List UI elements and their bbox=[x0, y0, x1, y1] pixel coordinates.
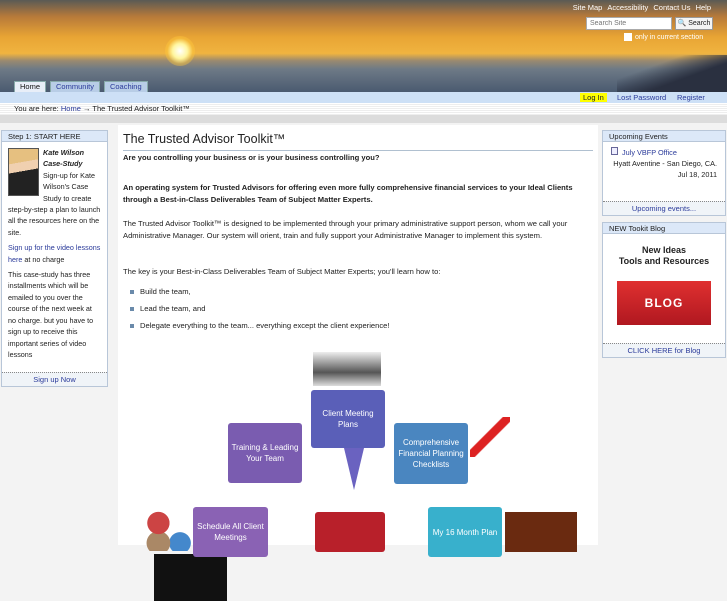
blog-box-label: BLOG bbox=[644, 296, 684, 310]
login-link[interactable]: Log In bbox=[580, 93, 607, 102]
page-title: The Trusted Advisor Toolkit™ bbox=[123, 132, 286, 146]
breadcrumb-home[interactable]: Home bbox=[61, 104, 81, 113]
portlet-header: NEW Tookit Blog bbox=[603, 223, 725, 234]
tab-community[interactable]: Community bbox=[50, 81, 100, 92]
portlet-header: Upcoming Events bbox=[603, 131, 725, 142]
breadcrumb-arrow-icon: → bbox=[82, 104, 91, 113]
title-rule bbox=[123, 150, 593, 151]
16-month-plan-box: My 16 Month Plan bbox=[428, 507, 502, 557]
link-suffix: at no charge bbox=[22, 254, 65, 264]
checklists-box: Comprehensive Financial Planning Checkli… bbox=[394, 423, 468, 484]
nav-tabs: Home Community Coaching bbox=[14, 81, 148, 92]
site-actions: Site Map Accessibility Contact Us Help bbox=[570, 3, 711, 12]
blog-link[interactable]: CLICK HERE for Blog bbox=[628, 346, 701, 355]
events-portlet: Upcoming Events July VBFP Office Hyatt A… bbox=[602, 130, 726, 216]
lead-text: An operating system for Trusted Advisors… bbox=[123, 183, 573, 205]
help-link[interactable]: Help bbox=[696, 3, 711, 12]
blog-toolbox-image: BLOG bbox=[617, 281, 711, 325]
blog-banner[interactable]: New Ideas Tools and Resources BLOG bbox=[603, 245, 725, 325]
portlet-header: Step 1: START HERE bbox=[2, 131, 107, 142]
down-arrow-icon bbox=[344, 448, 364, 490]
map-image bbox=[505, 512, 577, 552]
kate-wilson-photo bbox=[8, 148, 39, 196]
blog-line-2: Tools and Resources bbox=[618, 256, 710, 266]
search-icon: 🔍 bbox=[677, 20, 687, 27]
paragraph-1: The Trusted Advisor Toolkit™ is designed… bbox=[123, 219, 568, 241]
breadcrumb-current: The Trusted Advisor Toolkit™ bbox=[92, 104, 190, 113]
list-item: Delegate everything to the team... every… bbox=[130, 321, 389, 338]
event-location: Hyatt Aventine - San Diego, CA. bbox=[613, 159, 717, 168]
client-meeting-plans-box: Client Meeting Plans bbox=[311, 390, 385, 448]
list-item: Build the team, bbox=[130, 287, 389, 304]
blog-portlet: NEW Tookit Blog New Ideas Tools and Reso… bbox=[602, 222, 726, 358]
event-link[interactable]: July VBFP Office bbox=[622, 148, 677, 157]
blog-line-1: New Ideas bbox=[641, 245, 687, 255]
search-input[interactable] bbox=[586, 17, 672, 30]
start-here-portlet: Step 1: START HERE Kate Wilson Case-Stud… bbox=[1, 130, 108, 387]
accessibility-link[interactable]: Accessibility bbox=[607, 3, 648, 12]
shore-image bbox=[617, 55, 727, 92]
divider bbox=[0, 115, 727, 123]
list-item: Lead the team, and bbox=[130, 304, 389, 321]
toolbox-image bbox=[315, 512, 385, 552]
user-bar: Log In Lost Password Register bbox=[0, 92, 727, 103]
magazines-image bbox=[313, 352, 381, 386]
lost-password-link[interactable]: Lost Password bbox=[617, 93, 666, 102]
tab-home[interactable]: Home bbox=[14, 81, 47, 92]
case-study-body: This case-study has three installments w… bbox=[8, 270, 94, 359]
main-content: The Trusted Advisor Toolkit™ Are you con… bbox=[118, 125, 598, 601]
contact-link[interactable]: Contact Us bbox=[653, 3, 690, 12]
only-current-label: only in current section bbox=[635, 33, 704, 41]
sun-image bbox=[165, 36, 195, 66]
upcoming-events-link[interactable]: Upcoming events... bbox=[632, 204, 696, 213]
header-banner: Site Map Accessibility Contact Us Help 🔍… bbox=[0, 0, 727, 92]
conductor-image bbox=[154, 554, 227, 601]
tab-coaching[interactable]: Coaching bbox=[103, 81, 148, 92]
search-button[interactable]: 🔍 Search bbox=[675, 17, 713, 30]
schedule-box: Schedule All Client Meetings bbox=[193, 507, 268, 557]
training-box: Training & Leading Your Team bbox=[228, 423, 302, 483]
bullet-list: Build the team, Lead the team, and Deleg… bbox=[130, 287, 389, 338]
only-current-section[interactable]: only in current section bbox=[624, 33, 703, 41]
site-map-link[interactable]: Site Map bbox=[573, 3, 603, 12]
sign-up-now-link[interactable]: Sign up Now bbox=[33, 375, 76, 384]
pencil-image bbox=[470, 417, 510, 457]
breadcrumb: You are here: Home → The Trusted Advisor… bbox=[0, 103, 727, 115]
search-label: Search bbox=[688, 20, 711, 27]
breadcrumb-prefix: You are here: bbox=[14, 104, 59, 113]
question: Are you controlling your business or is … bbox=[123, 153, 380, 162]
calendar-icon bbox=[611, 147, 618, 155]
event-date: Jul 18, 2011 bbox=[677, 170, 717, 179]
meetings-image bbox=[144, 511, 192, 551]
only-current-checkbox[interactable] bbox=[624, 33, 632, 41]
register-link[interactable]: Register bbox=[677, 93, 705, 102]
paragraph-2: The key is your Best-in-Class Deliverabl… bbox=[123, 267, 441, 276]
